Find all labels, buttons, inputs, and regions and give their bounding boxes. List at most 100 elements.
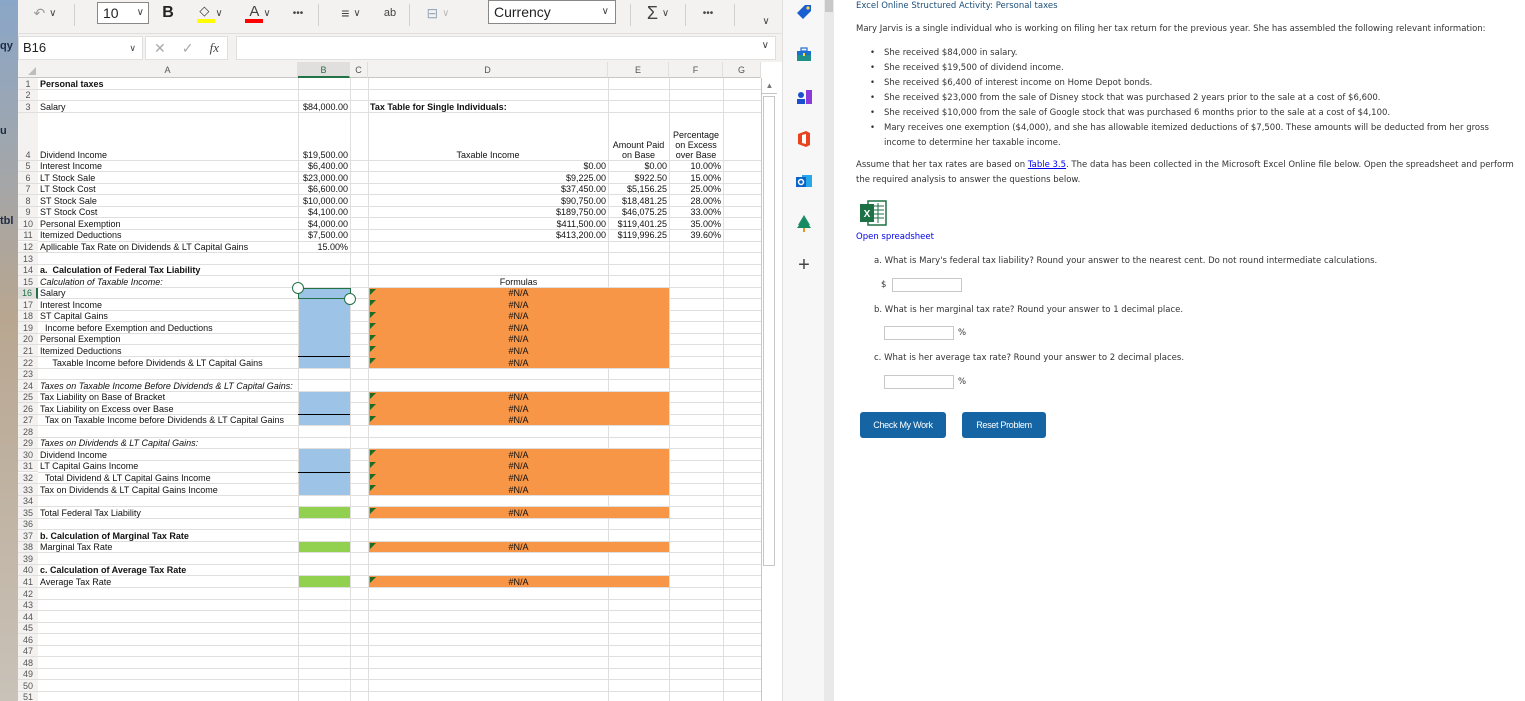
row-header-49[interactable]: 49 — [18, 668, 38, 681]
spreadsheet-grid[interactable]: A B C D E F G 1 2 3 4 5 6 7 8 9 10 11 12 13 14 15 16 17 18 19 20 21… — [18, 62, 761, 701]
row-header-17[interactable]: 17 — [18, 299, 38, 311]
row-header-16[interactable]: 16 — [18, 287, 38, 300]
reset-problem-button[interactable]: Reset Problem — [962, 412, 1046, 438]
outlook-icon[interactable] — [794, 171, 814, 191]
row-header-13[interactable]: 13 — [18, 253, 38, 265]
row-header-28[interactable]: 28 — [18, 426, 38, 438]
row-header-8[interactable]: 8 — [18, 195, 38, 207]
cancel-icon[interactable]: ✕ — [154, 40, 166, 57]
row-header-12[interactable]: 12 — [18, 241, 38, 254]
row-header-27[interactable]: 27 — [18, 414, 38, 427]
row-header-47[interactable]: 47 — [18, 645, 38, 658]
open-spreadsheet-link[interactable]: Open spreadsheet — [856, 232, 934, 242]
expand-ribbon-button[interactable]: ∨ — [758, 10, 774, 32]
column-header-b[interactable]: B — [298, 62, 350, 78]
select-all-corner[interactable] — [18, 62, 38, 78]
formula-input[interactable]: ∨ — [236, 36, 776, 60]
column-header-a[interactable]: A — [38, 62, 298, 78]
row-header-15[interactable]: 15 — [18, 276, 38, 288]
tag-icon[interactable] — [794, 2, 814, 22]
row-header-10[interactable]: 10 — [18, 218, 38, 230]
wrap-text-button[interactable]: ab — [378, 2, 402, 24]
row-header-11[interactable]: 11 — [18, 229, 38, 242]
column-header-c[interactable]: C — [350, 62, 368, 78]
scroll-up-arrow-icon[interactable]: ▲ — [762, 78, 777, 94]
table-link[interactable]: Table 3.5 — [1028, 160, 1066, 170]
total-tax-liability-cell[interactable] — [299, 507, 350, 518]
autosum-button[interactable]: Σ ∨ — [638, 2, 678, 24]
row-header-32[interactable]: 32 — [18, 472, 38, 485]
row-header-26[interactable]: 26 — [18, 403, 38, 415]
chess-icon[interactable] — [794, 87, 814, 107]
row-header-39[interactable]: 39 — [18, 553, 38, 565]
undo-button[interactable]: ↶ ∨ — [26, 2, 64, 24]
row-header-24[interactable]: 24 — [18, 380, 38, 392]
scrollbar-thumb[interactable] — [825, 0, 833, 12]
row-header-22[interactable]: 22 — [18, 357, 38, 369]
column-header-g[interactable]: G — [723, 62, 761, 78]
row-header-37[interactable]: 37 — [18, 530, 38, 542]
scrollbar-thumb[interactable] — [763, 96, 775, 566]
row-header-4[interactable]: 4 — [18, 112, 38, 161]
average-tax-rate-input[interactable] — [884, 375, 954, 389]
row-header-30[interactable]: 30 — [18, 449, 38, 461]
row-header-40[interactable]: 40 — [18, 564, 38, 577]
number-format-select[interactable]: Currency ∨ — [488, 0, 616, 24]
row-header-33[interactable]: 33 — [18, 484, 38, 496]
font-color-button[interactable]: A ∨ — [236, 2, 280, 24]
row-header-6[interactable]: 6 — [18, 172, 38, 184]
name-box[interactable]: B16 ∨ — [18, 36, 143, 60]
row-header-43[interactable]: 43 — [18, 599, 38, 612]
row-header-7[interactable]: 7 — [18, 183, 38, 196]
column-header-d[interactable]: D — [368, 62, 608, 78]
row-header-14[interactable]: 14 — [18, 264, 38, 277]
bold-button[interactable]: B — [158, 2, 178, 24]
row-header-38[interactable]: 38 — [18, 541, 38, 554]
vertical-scrollbar[interactable]: ▲ — [761, 78, 777, 701]
more-options-button[interactable]: ••• — [286, 2, 310, 24]
row-header-29[interactable]: 29 — [18, 437, 38, 450]
column-header-f[interactable]: F — [669, 62, 723, 78]
row-header-3[interactable]: 3 — [18, 101, 38, 113]
row-header-41[interactable]: 41 — [18, 576, 38, 588]
check-icon[interactable]: ✓ — [182, 40, 194, 57]
excel-file-icon[interactable]: X — [858, 198, 888, 228]
sidebar-scrollbar[interactable] — [824, 0, 834, 701]
row-header-21[interactable]: 21 — [18, 345, 38, 357]
federal-tax-liability-input[interactable] — [892, 278, 962, 292]
marginal-tax-rate-input[interactable] — [884, 326, 954, 340]
row-header-36[interactable]: 36 — [18, 518, 38, 531]
row-header-23[interactable]: 23 — [18, 368, 38, 381]
row-header-35[interactable]: 35 — [18, 507, 38, 519]
insert-function-icon[interactable]: fx — [210, 40, 219, 56]
selection-handle[interactable] — [292, 281, 304, 294]
row-header-50[interactable]: 50 — [18, 680, 38, 692]
row-header-1[interactable]: 1 — [18, 78, 38, 90]
add-icon[interactable]: + — [794, 255, 814, 275]
font-size-select[interactable]: 10 ∨ — [97, 2, 149, 24]
row-header-44[interactable]: 44 — [18, 611, 38, 623]
row-header-45[interactable]: 45 — [18, 622, 38, 635]
check-my-work-button[interactable]: Check My Work — [860, 412, 946, 438]
row-header-48[interactable]: 48 — [18, 657, 38, 669]
toolbox-icon[interactable] — [794, 44, 814, 64]
row-header-31[interactable]: 31 — [18, 460, 38, 473]
row-header-46[interactable]: 46 — [18, 634, 38, 646]
average-tax-rate-cell[interactable] — [299, 576, 350, 587]
align-button[interactable]: ≡ ∨ — [331, 2, 371, 24]
marginal-tax-rate-cell[interactable] — [299, 541, 350, 553]
tree-icon[interactable] — [794, 213, 814, 233]
more-options-button-2[interactable]: ••• — [693, 2, 723, 24]
row-header-5[interactable]: 5 — [18, 160, 38, 173]
merge-cells-button[interactable]: ⊟ ∨ — [418, 2, 458, 24]
row-header-18[interactable]: 18 — [18, 310, 38, 323]
selection-handle[interactable] — [344, 293, 356, 306]
fill-color-button[interactable]: ◇ ∨ — [190, 2, 230, 24]
row-header-20[interactable]: 20 — [18, 333, 38, 346]
row-header-9[interactable]: 9 — [18, 206, 38, 219]
row-header-42[interactable]: 42 — [18, 588, 38, 600]
column-header-e[interactable]: E — [608, 62, 669, 78]
row-header-51[interactable]: 51 — [18, 691, 38, 701]
office-icon[interactable] — [794, 129, 814, 149]
row-header-2[interactable]: 2 — [18, 89, 38, 102]
